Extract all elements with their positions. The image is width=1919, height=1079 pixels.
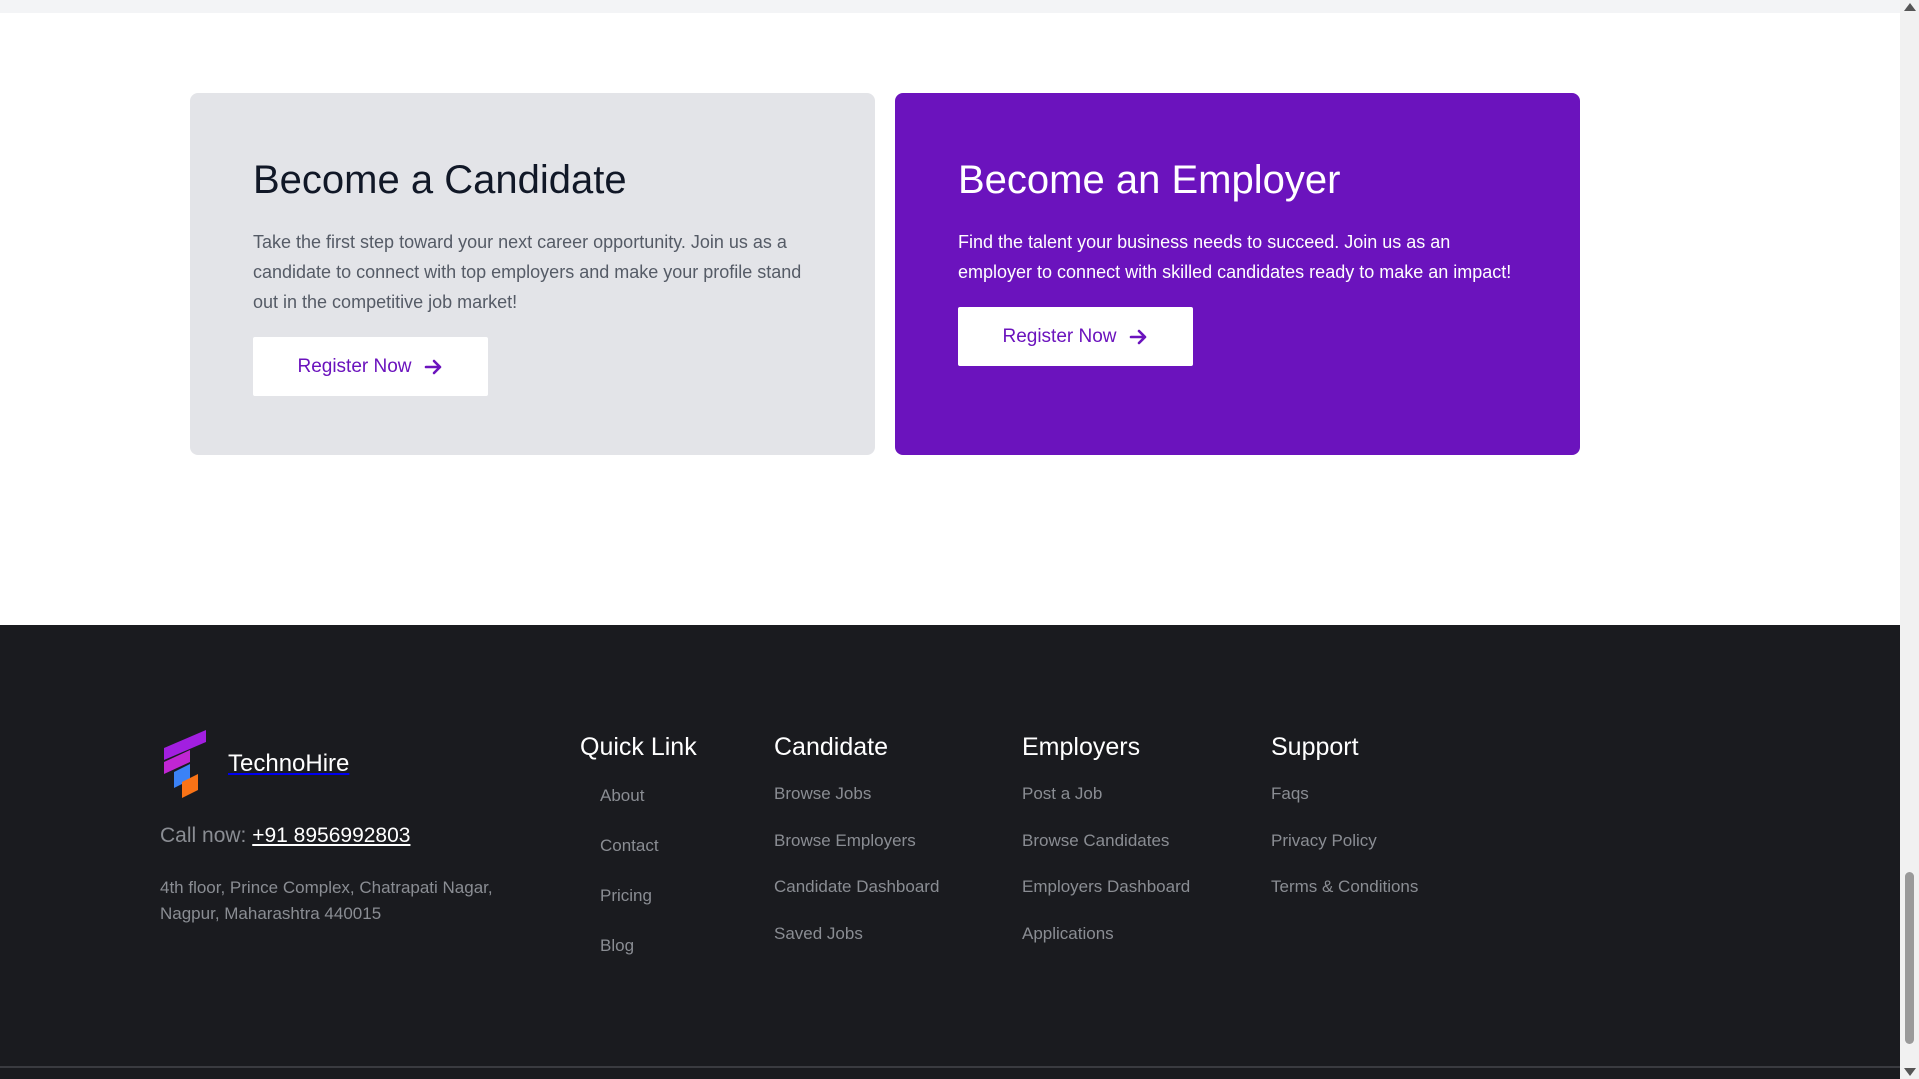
employers-column: Employers Post a Job Browse Candidates E… <box>1022 732 1190 968</box>
scroll-up-arrow-icon[interactable] <box>1904 3 1916 11</box>
phone-link[interactable]: +91 8956992803 <box>252 824 410 847</box>
arrow-right-icon <box>1129 329 1146 344</box>
employer-card: Become an Employer Find the talent your … <box>895 93 1580 455</box>
call-now: Call now: +91 8956992803 <box>160 824 410 848</box>
employer-register-button[interactable]: Register Now <box>958 307 1193 366</box>
top-edge-band <box>0 0 1900 13</box>
employer-card-description: Find the talent your business needs to s… <box>958 232 1512 282</box>
footer-link-post-a-job[interactable]: Post a Job <box>1022 784 1102 803</box>
brand-name: TechnoHire <box>228 750 350 777</box>
quick-link-column: Quick Link About Contact Pricing Blog <box>580 732 697 984</box>
page-scrollbar[interactable] <box>1900 0 1919 1079</box>
candidate-column: Candidate Browse Jobs Browse Employers C… <box>774 732 939 968</box>
footer-link-browse-candidates[interactable]: Browse Candidates <box>1022 831 1169 850</box>
footer-link-faqs[interactable]: Faqs <box>1271 784 1309 803</box>
footer-link-browse-employers[interactable]: Browse Employers <box>774 831 916 850</box>
site-footer: TechnoHire Call now: +91 8956992803 4th … <box>0 625 1900 1079</box>
footer-link-contact[interactable]: Contact <box>600 836 659 855</box>
arrow-right-icon <box>424 359 441 374</box>
candidate-heading: Candidate <box>774 733 888 761</box>
scroll-down-arrow-icon[interactable] <box>1904 1068 1916 1076</box>
footer-link-blog[interactable]: Blog <box>600 936 634 955</box>
footer-link-about[interactable]: About <box>600 786 644 805</box>
support-heading: Support <box>1271 733 1359 761</box>
candidate-card-description: Take the first step toward your next car… <box>253 232 802 312</box>
technohire-logo-icon <box>164 730 206 798</box>
footer-link-candidate-dashboard[interactable]: Candidate Dashboard <box>774 877 939 896</box>
call-label: Call now: <box>160 824 247 847</box>
candidate-register-button[interactable]: Register Now <box>253 337 488 396</box>
employers-heading: Employers <box>1022 733 1141 761</box>
footer-link-saved-jobs[interactable]: Saved Jobs <box>774 924 863 943</box>
footer-divider <box>0 1066 1900 1068</box>
footer-link-employers-dashboard[interactable]: Employers Dashboard <box>1022 877 1190 896</box>
employer-card-title: Become an Employer <box>958 158 1341 202</box>
footer-link-applications[interactable]: Applications <box>1022 924 1114 943</box>
footer-link-pricing[interactable]: Pricing <box>600 886 652 905</box>
footer-link-terms-conditions[interactable]: Terms & Conditions <box>1271 877 1418 896</box>
candidate-card-title: Become a Candidate <box>253 158 627 202</box>
candidate-card: Become a Candidate Take the first step t… <box>190 93 875 455</box>
footer-link-browse-jobs[interactable]: Browse Jobs <box>774 784 871 803</box>
scrollbar-thumb[interactable] <box>1905 872 1914 1044</box>
employer-register-label: Register Now <box>1002 325 1117 347</box>
candidate-register-label: Register Now <box>297 355 412 377</box>
quick-link-heading: Quick Link <box>580 733 697 761</box>
brand-logo-link[interactable]: TechnoHire <box>160 730 349 798</box>
footer-link-privacy-policy[interactable]: Privacy Policy <box>1271 831 1377 850</box>
address: 4th floor, Prince Complex, Chatrapati Na… <box>160 878 493 923</box>
support-column: Support Faqs Privacy Policy Terms & Cond… <box>1271 732 1418 922</box>
